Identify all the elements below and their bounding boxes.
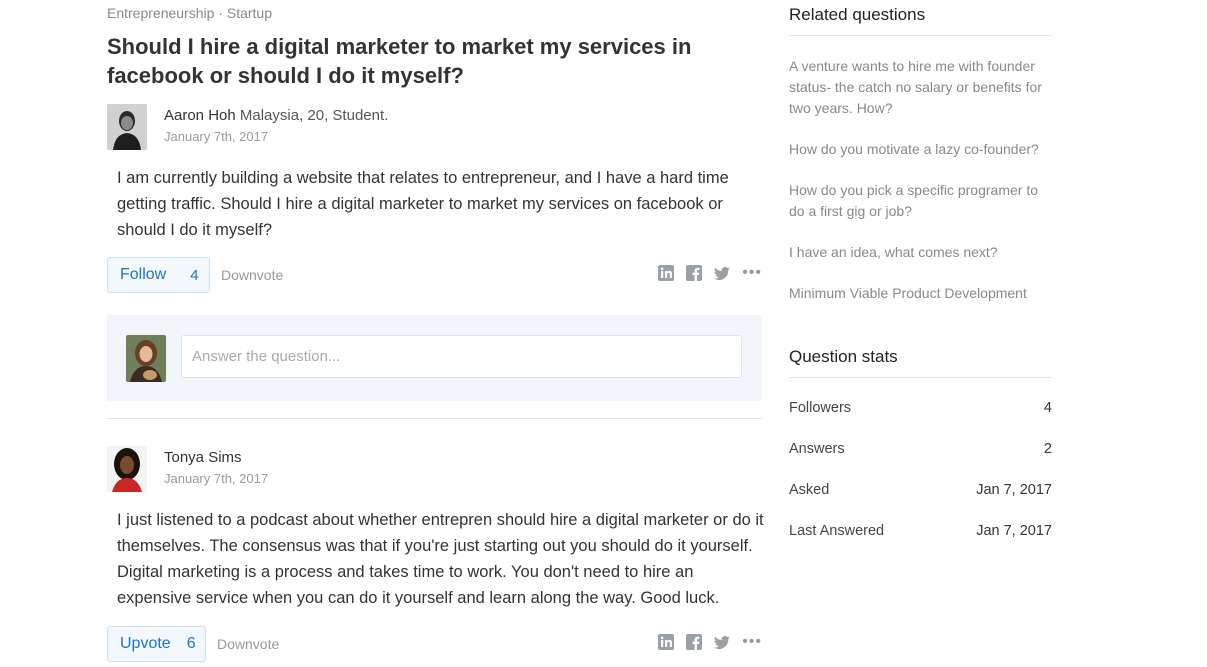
author-bio: Malaysia, 20, Student. (239, 107, 389, 124)
stat-value: 4 (1043, 400, 1052, 416)
share-bar: ••• (658, 634, 762, 650)
question-stats-title: Question stats (789, 347, 1052, 378)
stat-label: Last Answered (789, 523, 885, 539)
question-author: Aaron Hoh Malaysia, 20, Student. January… (107, 104, 388, 150)
more-icon[interactable]: ••• (742, 265, 762, 281)
question-actions: Follow 4 Downvote ••• (107, 257, 762, 293)
answer-composer (107, 315, 762, 401)
stat-value: Jan 7, 2017 (976, 482, 1052, 498)
upvote-count: 6 (186, 635, 196, 652)
related-question-link[interactable]: I have an idea, what comes next? (789, 242, 1052, 263)
stat-row-asked: Asked Jan 7, 2017 (789, 480, 1052, 521)
author-info: Tonya Sims January 7th, 2017 (164, 446, 268, 492)
stat-row-answers: Answers 2 (789, 439, 1052, 480)
breadcrumb-separator: · (218, 5, 223, 21)
related-question-link[interactable]: A venture wants to hire me with founder … (789, 56, 1052, 119)
related-questions-list: A venture wants to hire me with founder … (789, 56, 1052, 324)
upvote-button[interactable]: Upvote 6 (107, 626, 206, 662)
question-stats: Followers 4 Answers 2 Asked Jan 7, 2017 … (789, 398, 1052, 562)
answer-body: I just listened to a podcast about wheth… (117, 511, 764, 607)
post-date: January 7th, 2017 (164, 471, 269, 486)
avatar[interactable] (107, 104, 147, 150)
answer-author: Tonya Sims January 7th, 2017 (107, 446, 268, 492)
post-date: January 7th, 2017 (164, 129, 269, 144)
related-question-link[interactable]: Minimum Viable Product Development (789, 283, 1052, 304)
downvote-button[interactable]: Downvote (221, 257, 283, 293)
stat-row-last-answered: Last Answered Jan 7, 2017 (789, 521, 1052, 562)
more-icon[interactable]: ••• (742, 634, 762, 650)
related-question-link[interactable]: How do you motivate a lazy co-founder? (789, 139, 1052, 160)
stat-label: Answers (789, 441, 845, 457)
current-user-avatar (126, 335, 166, 382)
stat-row-followers: Followers 4 (789, 398, 1052, 439)
author-info: Aaron Hoh Malaysia, 20, Student. January… (164, 104, 388, 150)
follow-label: Follow (120, 266, 167, 283)
stat-value: 2 (1043, 441, 1052, 457)
answer-input[interactable] (181, 335, 742, 378)
share-bar: ••• (658, 265, 762, 281)
related-questions-title: Related questions (789, 5, 1052, 36)
stat-label: Asked (789, 482, 830, 498)
linkedin-icon[interactable] (658, 265, 675, 281)
stat-label: Followers (789, 400, 852, 416)
facebook-icon[interactable] (686, 634, 703, 650)
question-body: I am currently building a website that r… (117, 169, 729, 239)
facebook-icon[interactable] (686, 265, 703, 281)
upvote-label: Upvote (120, 635, 171, 652)
avatar[interactable] (107, 446, 147, 492)
related-question-link[interactable]: How do you pick a specific programer to … (789, 180, 1052, 222)
linkedin-icon[interactable] (658, 634, 675, 650)
downvote-button[interactable]: Downvote (217, 626, 279, 662)
breadcrumb: Entrepreneurship · Startup (107, 5, 272, 21)
breadcrumb-entrepreneurship[interactable]: Entrepreneurship (107, 5, 214, 21)
twitter-icon[interactable] (714, 634, 731, 650)
author-line: Tonya Sims (164, 449, 268, 466)
breadcrumb-startup[interactable]: Startup (227, 5, 272, 21)
stat-value: Jan 7, 2017 (976, 523, 1052, 539)
author-line: Aaron Hoh Malaysia, 20, Student. (164, 107, 388, 124)
follow-button[interactable]: Follow 4 (107, 257, 210, 293)
question-title: Should I hire a digital marketer to mark… (107, 34, 692, 88)
author-name[interactable]: Tonya Sims (164, 449, 242, 466)
author-name[interactable]: Aaron Hoh (164, 107, 236, 124)
answer-actions: Upvote 6 Downvote ••• (107, 626, 762, 662)
twitter-icon[interactable] (714, 265, 731, 281)
follow-count: 4 (190, 266, 199, 284)
section-divider (107, 418, 762, 419)
